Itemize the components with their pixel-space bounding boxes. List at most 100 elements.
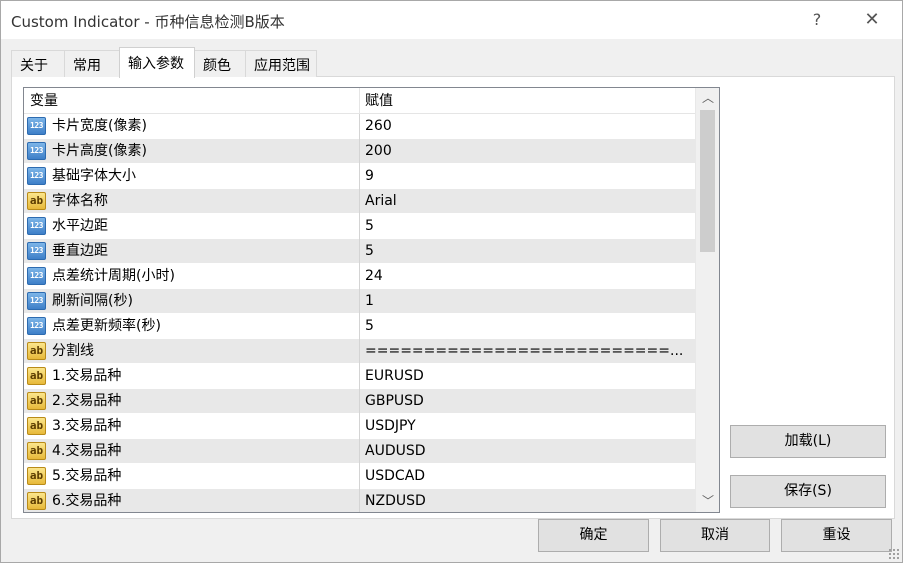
- column-divider: [359, 389, 360, 414]
- variable-name: 5.交易品种: [52, 468, 122, 484]
- string-type-icon: ab: [27, 367, 46, 385]
- integer-type-icon: 123: [27, 292, 46, 310]
- column-divider: [359, 189, 360, 214]
- variable-name: 4.交易品种: [52, 443, 122, 459]
- variable-value[interactable]: 1: [365, 289, 691, 313]
- column-divider: [359, 164, 360, 189]
- save-button[interactable]: 保存(S): [730, 475, 886, 508]
- column-divider: [359, 139, 360, 164]
- scroll-thumb[interactable]: [700, 110, 715, 252]
- variable-name: 基础字体大小: [52, 168, 136, 184]
- variable-value[interactable]: AUDUSD: [365, 439, 691, 463]
- string-type-icon: ab: [27, 442, 46, 460]
- variable-value[interactable]: 260: [365, 114, 691, 138]
- ok-button[interactable]: 确定: [538, 519, 649, 552]
- column-divider: [359, 489, 360, 512]
- column-divider: [359, 289, 360, 314]
- variable-value[interactable]: ==========================...: [365, 339, 691, 363]
- tab-common[interactable]: 常用: [64, 50, 120, 77]
- grid-header: 变量 赋值: [24, 88, 695, 114]
- table-row[interactable]: ab 4.交易品种 AUDUSD: [24, 439, 695, 464]
- tab-inputs[interactable]: 输入参数: [119, 47, 195, 78]
- table-row[interactable]: 123 垂直边距 5: [24, 239, 695, 264]
- integer-type-icon: 123: [27, 167, 46, 185]
- tab-colors[interactable]: 颜色: [194, 50, 246, 77]
- variable-name: 6.交易品种: [52, 493, 122, 509]
- integer-type-icon: 123: [27, 117, 46, 135]
- variable-name: 2.交易品种: [52, 393, 122, 409]
- variable-value[interactable]: GBPUSD: [365, 389, 691, 413]
- string-type-icon: ab: [27, 417, 46, 435]
- variable-value[interactable]: USDCAD: [365, 464, 691, 488]
- variable-name: 垂直边距: [52, 243, 108, 259]
- variable-value[interactable]: Arial: [365, 189, 691, 213]
- string-type-icon: ab: [27, 492, 46, 510]
- title-bar: Custom Indicator - 币种信息检测B版本 ? ✕: [1, 1, 902, 39]
- resize-grip-icon[interactable]: [888, 548, 900, 560]
- table-row[interactable]: ab 1.交易品种 EURUSD: [24, 364, 695, 389]
- column-divider: [359, 214, 360, 239]
- table-row[interactable]: ab 字体名称 Arial: [24, 189, 695, 214]
- help-icon[interactable]: ?: [803, 7, 831, 33]
- string-type-icon: ab: [27, 392, 46, 410]
- column-divider: [359, 339, 360, 364]
- table-row[interactable]: 123 刷新间隔(秒) 1: [24, 289, 695, 314]
- tab-about[interactable]: 关于: [11, 50, 65, 77]
- table-row[interactable]: ab 3.交易品种 USDJPY: [24, 414, 695, 439]
- variable-value[interactable]: 5: [365, 314, 691, 338]
- variable-name: 卡片高度(像素): [52, 143, 147, 159]
- integer-type-icon: 123: [27, 142, 46, 160]
- table-row[interactable]: 123 点差统计周期(小时) 24: [24, 264, 695, 289]
- tab-visualization[interactable]: 应用范围: [245, 50, 317, 77]
- close-icon[interactable]: ✕: [858, 7, 886, 33]
- table-row[interactable]: 123 水平边距 5: [24, 214, 695, 239]
- column-divider: [359, 239, 360, 264]
- string-type-icon: ab: [27, 342, 46, 360]
- table-row[interactable]: ab 2.交易品种 GBPUSD: [24, 389, 695, 414]
- variable-name: 分割线: [52, 343, 94, 359]
- table-row[interactable]: 123 卡片高度(像素) 200: [24, 139, 695, 164]
- variable-value[interactable]: 5: [365, 239, 691, 263]
- variable-value[interactable]: 9: [365, 164, 691, 188]
- table-row[interactable]: ab 6.交易品种 NZDUSD: [24, 489, 695, 512]
- integer-type-icon: 123: [27, 317, 46, 335]
- column-divider: [359, 414, 360, 439]
- parameters-grid: 变量 赋值 123 卡片宽度(像素) 260 123 卡片高度(像素) 200 123 基础字…: [23, 87, 720, 513]
- reset-button[interactable]: 重设: [781, 519, 892, 552]
- variable-value[interactable]: 24: [365, 264, 691, 288]
- table-row[interactable]: 123 卡片宽度(像素) 260: [24, 114, 695, 139]
- table-row[interactable]: ab 5.交易品种 USDCAD: [24, 464, 695, 489]
- table-row[interactable]: ab 分割线 ==========================...: [24, 339, 695, 364]
- column-divider: [359, 439, 360, 464]
- variable-value[interactable]: NZDUSD: [365, 489, 691, 512]
- variable-value[interactable]: 200: [365, 139, 691, 163]
- column-divider: [359, 464, 360, 489]
- variable-name: 3.交易品种: [52, 418, 122, 434]
- variable-name: 字体名称: [52, 193, 108, 209]
- integer-type-icon: 123: [27, 267, 46, 285]
- table-row[interactable]: 123 点差更新频率(秒) 5: [24, 314, 695, 339]
- variable-name: 点差统计周期(小时): [52, 268, 175, 284]
- string-type-icon: ab: [27, 467, 46, 485]
- column-divider: [359, 364, 360, 389]
- vertical-scrollbar[interactable]: ︿ ﹀: [695, 88, 719, 512]
- column-header-value[interactable]: 赋值: [360, 88, 695, 114]
- window-title: Custom Indicator - 币种信息检测B版本: [11, 13, 285, 31]
- variable-value[interactable]: USDJPY: [365, 414, 691, 438]
- string-type-icon: ab: [27, 192, 46, 210]
- scroll-up-icon[interactable]: ︿: [696, 88, 719, 108]
- load-button[interactable]: 加载(L): [730, 425, 886, 458]
- variable-value[interactable]: EURUSD: [365, 364, 691, 388]
- scroll-down-icon[interactable]: ﹀: [696, 491, 719, 511]
- variable-name: 1.交易品种: [52, 368, 122, 384]
- table-row[interactable]: 123 基础字体大小 9: [24, 164, 695, 189]
- column-divider: [359, 314, 360, 339]
- custom-indicator-dialog: Custom Indicator - 币种信息检测B版本 ? ✕ 关于 常用 输…: [0, 0, 903, 563]
- cancel-button[interactable]: 取消: [660, 519, 770, 552]
- column-header-variable[interactable]: 变量: [24, 88, 360, 114]
- integer-type-icon: 123: [27, 242, 46, 260]
- variable-value[interactable]: 5: [365, 214, 691, 238]
- column-divider: [359, 114, 360, 139]
- column-divider: [359, 264, 360, 289]
- variable-name: 刷新间隔(秒): [52, 293, 133, 309]
